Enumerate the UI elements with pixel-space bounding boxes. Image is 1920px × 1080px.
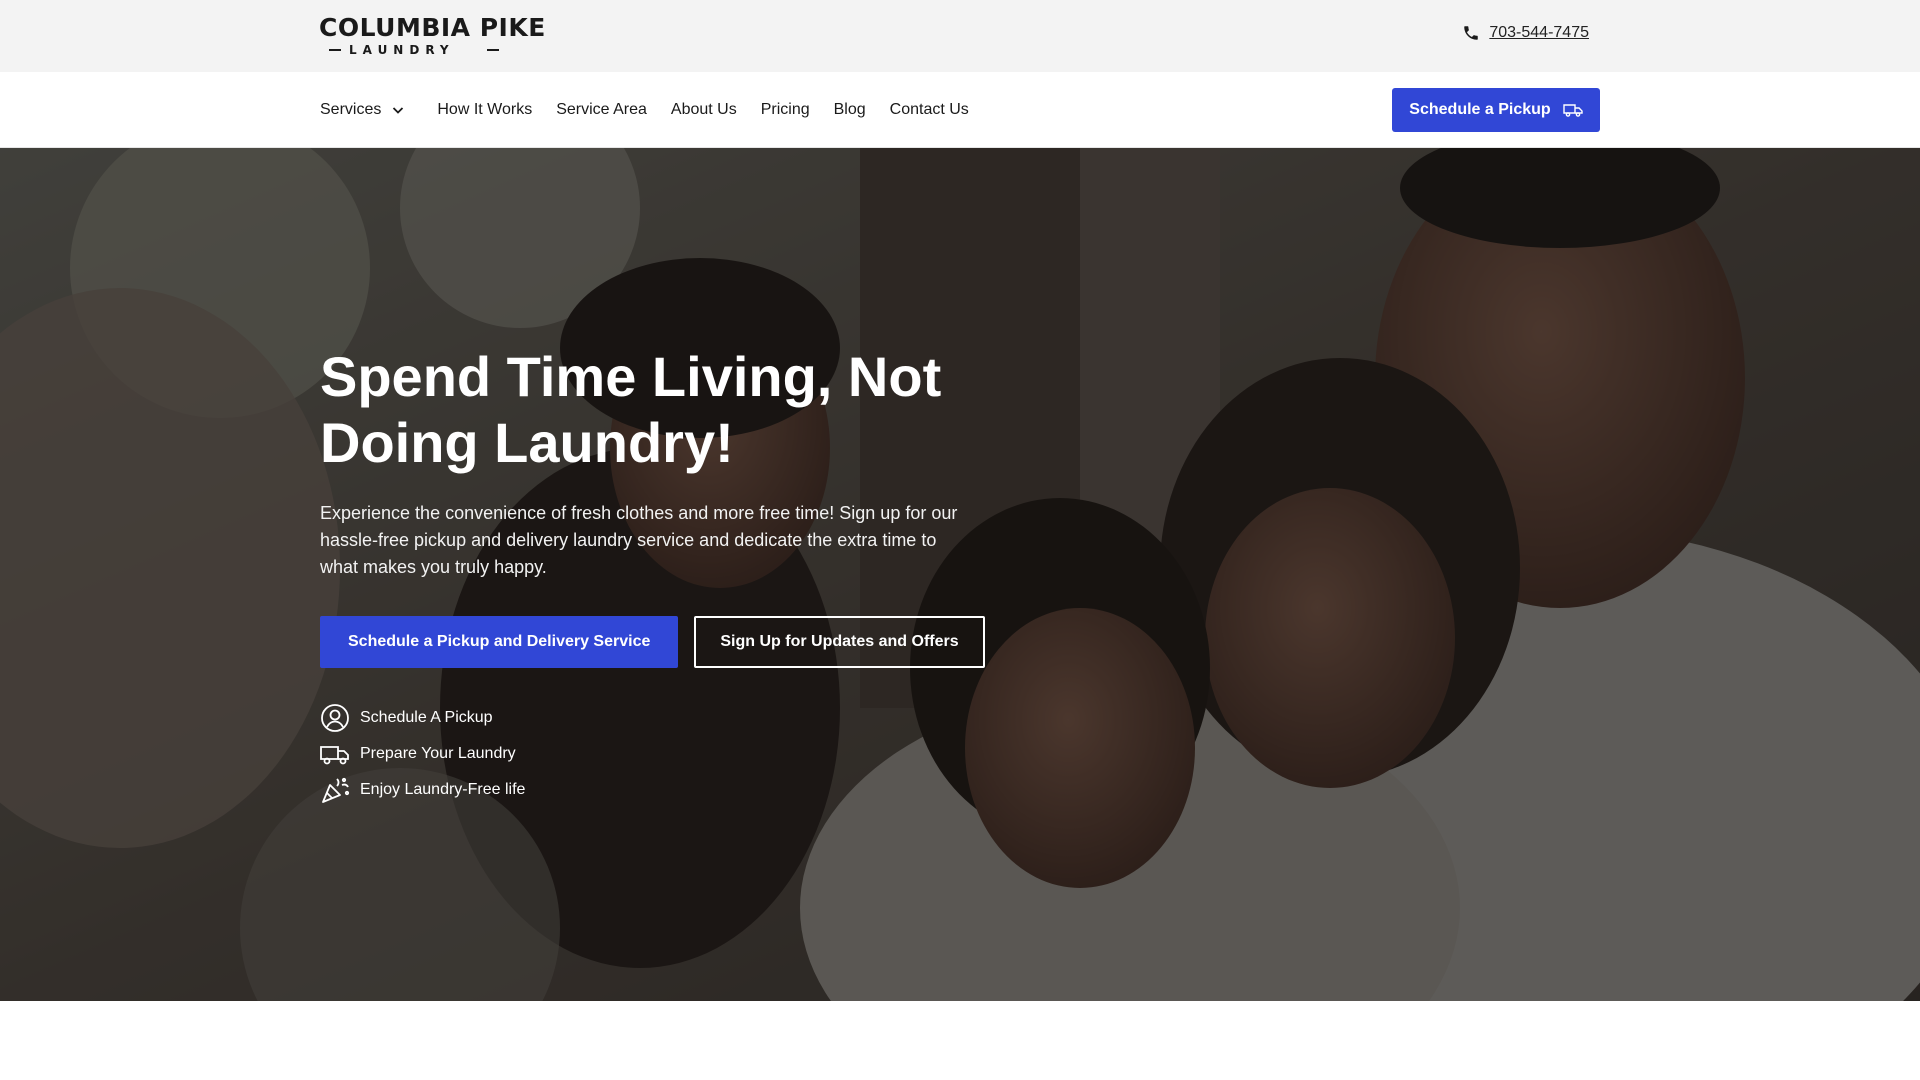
nav-item-service-area[interactable]: Service Area <box>556 101 647 119</box>
step-label: Schedule A Pickup <box>360 709 493 726</box>
party-popper-icon <box>320 775 350 805</box>
phone-icon <box>1462 24 1480 42</box>
nav-item-services[interactable]: Services <box>320 101 405 119</box>
step-label: Enjoy Laundry-Free life <box>360 781 526 798</box>
step-label: Prepare Your Laundry <box>360 745 516 762</box>
user-circle-icon <box>320 703 350 733</box>
step-schedule-pickup: Schedule A Pickup <box>320 700 525 736</box>
hero-title: Spend Time Living, Not Doing Laundry! <box>320 345 942 474</box>
hero-description: Experience the convenience of fresh clot… <box>320 503 958 577</box>
phone-contact: 703-544-7475 <box>1462 24 1589 42</box>
delivery-truck-icon <box>1562 102 1583 118</box>
logo-subtitle: LAUNDRY <box>349 43 455 57</box>
logo[interactable]: COLUMBIA PIKE LAUNDRY <box>319 14 545 58</box>
step-enjoy-laundry-free: Enjoy Laundry-Free life <box>320 772 525 808</box>
schedule-pickup-label: Schedule a Pickup <box>1409 101 1551 118</box>
nav-links: Services How It Works Service Area About… <box>320 72 993 148</box>
nav-item-blog[interactable]: Blog <box>834 101 866 119</box>
nav-item-contact-us[interactable]: Contact Us <box>890 101 969 119</box>
chevron-down-icon <box>391 103 405 117</box>
delivery-truck-icon <box>320 739 350 769</box>
top-bar: COLUMBIA PIKE LAUNDRY 703-544-7475 <box>0 0 1920 72</box>
page-content-start <box>0 1001 1920 1080</box>
hero-buttons: Schedule a Pickup and Delivery Service S… <box>320 616 985 668</box>
main-nav: Services How It Works Service Area About… <box>0 72 1920 148</box>
signup-updates-button[interactable]: Sign Up for Updates and Offers <box>694 616 985 668</box>
nav-item-how-it-works[interactable]: How It Works <box>437 101 532 119</box>
step-prepare-laundry: Prepare Your Laundry <box>320 736 525 772</box>
steps-list: Schedule A Pickup Prepare Your Laundry E… <box>320 700 525 808</box>
logo-dash-right <box>487 49 499 51</box>
nav-item-about-us[interactable]: About Us <box>671 101 737 119</box>
phone-link[interactable]: 703-544-7475 <box>1489 24 1589 42</box>
nav-item-label: Services <box>320 101 382 118</box>
schedule-pickup-button[interactable]: Schedule a Pickup <box>1392 88 1600 132</box>
logo-wordmark: COLUMBIA PIKE <box>319 13 546 42</box>
schedule-pickup-delivery-button[interactable]: Schedule a Pickup and Delivery Service <box>320 616 679 668</box>
nav-item-pricing[interactable]: Pricing <box>761 101 810 119</box>
logo-dash-left <box>329 49 341 51</box>
hero-section: Spend Time Living, Not Doing Laundry! Ex… <box>0 148 1920 1001</box>
